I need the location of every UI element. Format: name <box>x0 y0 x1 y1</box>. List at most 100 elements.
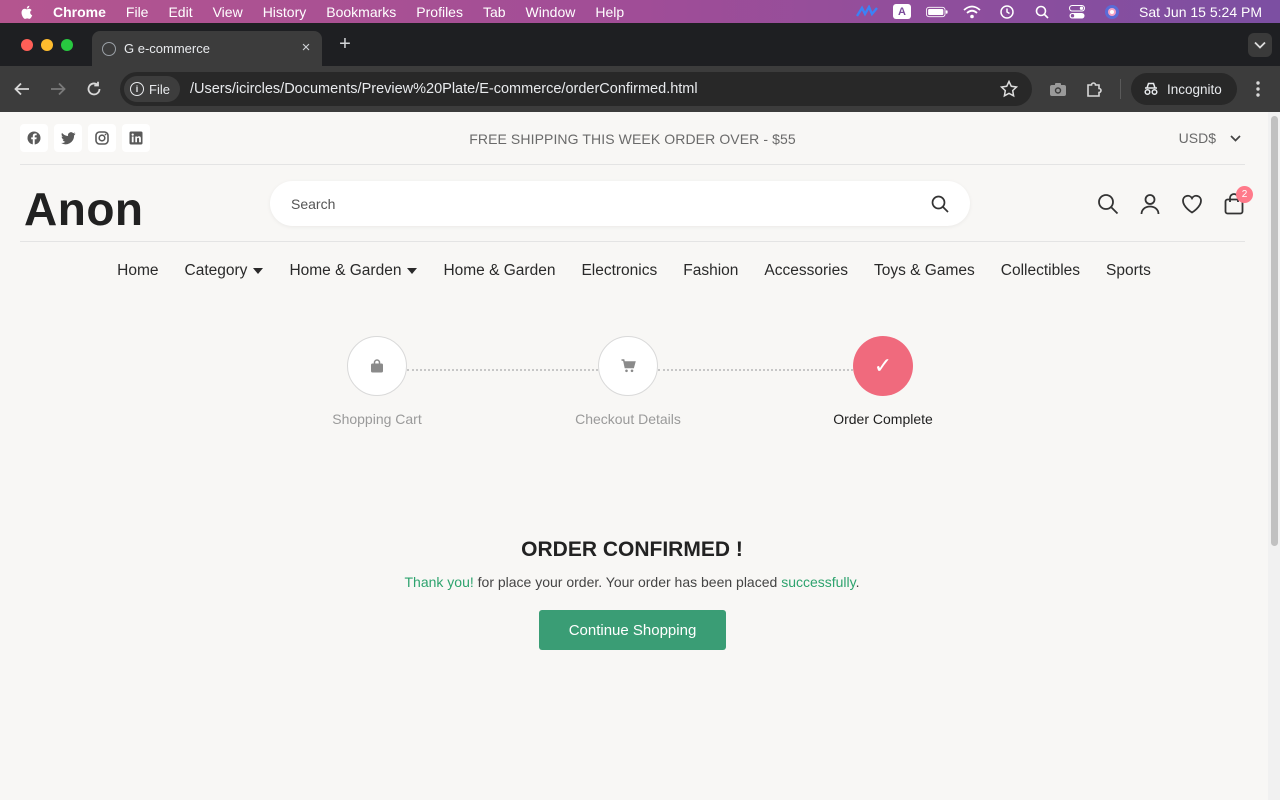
vpn-icon[interactable] <box>856 4 878 20</box>
menu-help[interactable]: Help <box>595 4 624 20</box>
nav-home-garden[interactable]: Home & Garden <box>443 259 555 283</box>
continue-shopping-button[interactable]: Continue Shopping <box>539 610 726 650</box>
search-input[interactable] <box>291 195 911 212</box>
bookmark-star-icon[interactable] <box>1000 80 1018 98</box>
header-top-strip: FREE SHIPPING THIS WEEK ORDER OVER - $55… <box>20 112 1245 165</box>
page-viewport: FREE SHIPPING THIS WEEK ORDER OVER - $55… <box>0 112 1268 800</box>
menu-edit[interactable]: Edit <box>168 4 192 20</box>
step-order-complete: ✓ <box>853 336 913 396</box>
new-tab-button[interactable]: + <box>335 33 355 55</box>
nav-accessories[interactable]: Accessories <box>764 259 848 283</box>
control-center-icon[interactable] <box>1066 4 1088 20</box>
menubar-status-area: A Sat Jun 15 5:24 PM <box>843 0 1262 23</box>
message-end: . <box>855 574 860 590</box>
scrollbar-thumb[interactable] <box>1271 116 1278 546</box>
step-shopping-cart <box>347 336 407 396</box>
globe-icon <box>102 41 116 56</box>
chevron-down-icon <box>1254 41 1266 49</box>
menu-window[interactable]: Window <box>526 4 576 20</box>
message-body: for place your order. Your order has bee… <box>473 574 782 590</box>
search-bar <box>270 181 970 226</box>
nav-label: Collectibles <box>1000 262 1081 279</box>
close-window-button[interactable] <box>21 39 33 51</box>
wifi-icon[interactable] <box>961 4 983 20</box>
site-info-chip[interactable]: i File <box>124 76 180 102</box>
maximize-window-button[interactable] <box>61 39 73 51</box>
url-text[interactable]: /Users/icircles/Documents/Preview%20Plat… <box>190 81 698 97</box>
site-info-label: File <box>149 81 170 97</box>
step-label-order-complete: Order Complete <box>833 411 933 427</box>
menu-chrome[interactable]: Chrome <box>53 4 106 20</box>
spotlight-icon[interactable] <box>1031 4 1053 20</box>
puzzle-icon <box>1087 82 1102 97</box>
caret-down-icon <box>407 268 418 274</box>
nav-label: Home <box>117 262 159 279</box>
battery-icon[interactable] <box>926 4 948 20</box>
info-icon: i <box>130 82 144 96</box>
nav-toys-games[interactable]: Toys & Games <box>874 259 975 283</box>
tab-search-button[interactable] <box>1248 33 1272 57</box>
nav-label: Category <box>184 262 248 279</box>
close-tab-icon[interactable]: × <box>299 40 313 55</box>
nav-fashion[interactable]: Fashion <box>683 259 738 283</box>
apple-icon[interactable] <box>19 4 35 20</box>
time-machine-icon[interactable] <box>996 4 1018 20</box>
menu-bookmarks[interactable]: Bookmarks <box>326 4 396 20</box>
currency-selector[interactable]: USD$ <box>1179 130 1241 146</box>
siri-icon[interactable] <box>1101 4 1123 20</box>
chevron-down-icon <box>1230 134 1241 142</box>
camera-icon <box>1050 82 1066 96</box>
arrow-left-icon <box>14 82 29 96</box>
menubar-clock[interactable]: Sat Jun 15 5:24 PM <box>1139 4 1262 20</box>
cart-count-badge: 2 <box>1236 186 1253 203</box>
menu-tab[interactable]: Tab <box>483 4 506 20</box>
search-icon[interactable] <box>1096 192 1120 216</box>
nav-label: Sports <box>1106 262 1151 279</box>
minimize-window-button[interactable] <box>41 39 53 51</box>
thank-you-text: Thank you! <box>404 574 474 590</box>
main-header: Anon 2 <box>20 166 1253 242</box>
browser-menu-button[interactable] <box>1247 78 1269 100</box>
search-icon[interactable] <box>930 194 950 214</box>
order-confirmed-message: Thank you! for place your order. Your or… <box>0 574 1264 590</box>
incognito-indicator[interactable]: Incognito <box>1131 73 1237 105</box>
caret-down-icon <box>253 268 264 274</box>
extensions-button[interactable] <box>1083 78 1105 100</box>
success-text: successfully <box>781 574 856 590</box>
reload-button[interactable] <box>83 78 105 100</box>
back-button[interactable] <box>11 78 33 100</box>
arrow-right-icon <box>51 82 66 96</box>
menu-file[interactable]: File <box>126 4 149 20</box>
shipping-notice: FREE SHIPPING THIS WEEK ORDER OVER - $55 <box>469 131 796 147</box>
nav-electronics[interactable]: Electronics <box>581 259 657 283</box>
page-scrollbar[interactable] <box>1268 112 1280 800</box>
camera-extension-button[interactable] <box>1047 78 1069 100</box>
nav-home-garden-dropdown[interactable]: Home & Garden <box>289 259 418 283</box>
input-source-label: A <box>893 4 912 19</box>
nav-label: Electronics <box>581 262 658 279</box>
heart-icon[interactable] <box>1180 192 1204 216</box>
incognito-icon <box>1144 82 1158 96</box>
site-logo[interactable]: Anon <box>24 182 144 236</box>
menu-view[interactable]: View <box>213 4 243 20</box>
nav-home[interactable]: Home <box>117 259 158 283</box>
nav-sports[interactable]: Sports <box>1106 259 1151 283</box>
address-bar[interactable]: i File /Users/icircles/Documents/Preview… <box>120 72 1032 106</box>
user-icon[interactable] <box>1138 192 1162 216</box>
nav-collectibles[interactable]: Collectibles <box>1001 259 1080 283</box>
forward-button[interactable] <box>47 78 69 100</box>
order-confirmed-title: ORDER CONFIRMED ! <box>521 538 743 561</box>
nav-category[interactable]: Category <box>185 259 264 283</box>
nav-label: Toys & Games <box>873 262 975 279</box>
input-source-icon[interactable]: A <box>891 4 913 20</box>
nav-label: Home & Garden <box>443 262 556 279</box>
step-connector <box>658 369 853 371</box>
macos-menu-bar: Chrome File Edit View History Bookmarks … <box>0 0 1280 23</box>
menu-history[interactable]: History <box>263 4 307 20</box>
cart-icon <box>621 359 636 373</box>
menu-profiles[interactable]: Profiles <box>416 4 463 20</box>
browser-tab-active[interactable]: G e-commerce × <box>92 31 322 66</box>
more-vertical-icon <box>1256 81 1260 97</box>
check-icon: ✓ <box>873 353 893 378</box>
nav-label: Fashion <box>683 262 739 279</box>
